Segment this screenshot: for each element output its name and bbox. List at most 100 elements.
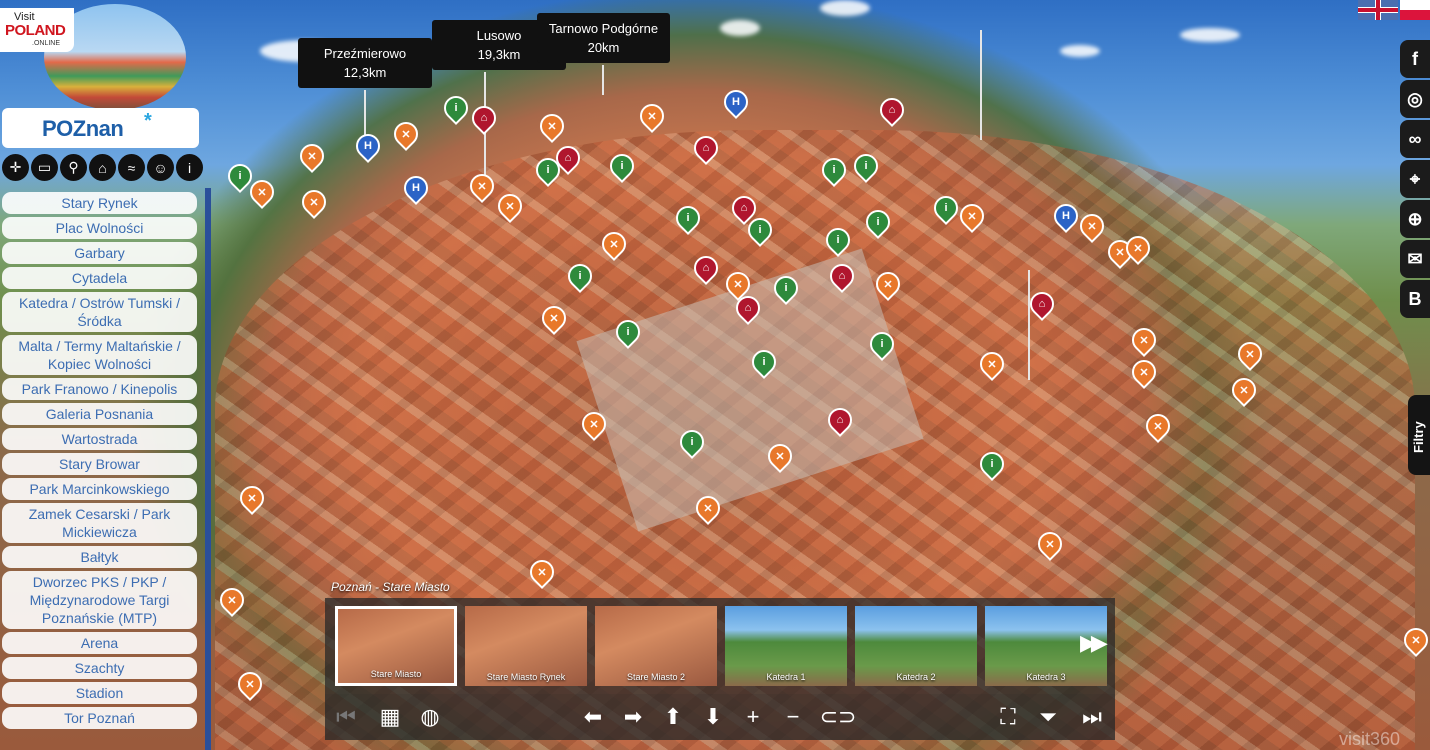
nav-item-park-marcinkowskiego[interactable]: Park Marcinkowskiego: [2, 478, 197, 500]
restaurant-icon: ✕: [1087, 220, 1097, 233]
info-icon: i: [880, 338, 884, 350]
polish-flag-icon[interactable]: [1400, 0, 1430, 20]
museum-icon: ⌂: [836, 414, 844, 426]
zoom-out-icon[interactable]: −: [778, 702, 808, 732]
museum-icon: ⌂: [740, 202, 748, 214]
bed-icon[interactable]: ▭: [31, 154, 58, 181]
nav-item-garbary[interactable]: Garbary: [2, 242, 197, 264]
distance-label-km: 20km: [587, 40, 620, 55]
nav-item-zamek-cesarski[interactable]: Zamek Cesarski / Park Mickiewicza: [2, 503, 197, 543]
nav-item-katedra[interactable]: Katedra / Ostrów Tumski / Śródka: [2, 292, 197, 332]
nav-item-szachty[interactable]: Szachty: [2, 657, 197, 679]
distance-label-tarnowo[interactable]: Tarnowo Podgórne 20km: [537, 13, 670, 63]
restaurant-icon: ✕: [245, 678, 255, 691]
cloud: [820, 0, 870, 16]
facebook-icon[interactable]: f: [1400, 40, 1430, 78]
globe-icon[interactable]: ◍: [415, 702, 445, 732]
hotel-icon: H: [364, 140, 372, 152]
restaurant-icon: ✕: [547, 120, 557, 133]
pan-up-icon[interactable]: ⬆: [658, 702, 688, 732]
restaurant-icon[interactable]: ⚲: [60, 154, 87, 181]
hotel-icon: H: [732, 96, 740, 108]
thumbnail-label: Katedra 1: [766, 672, 806, 682]
hotel-icon: H: [412, 182, 420, 194]
nav-item-arena[interactable]: Arena: [2, 632, 197, 654]
restaurant-icon: ✕: [703, 502, 713, 515]
restaurant-icon: ✕: [1245, 348, 1255, 361]
next-scene-icon[interactable]: ⏭: [1077, 702, 1107, 732]
restaurant-icon: ✕: [1411, 634, 1421, 647]
watermark: visit360: [1338, 729, 1400, 749]
grid-view-icon[interactable]: ▦: [375, 702, 405, 732]
restaurant-icon: ✕: [227, 594, 237, 607]
info-icon: i: [876, 216, 880, 228]
nav-item-stary-browar[interactable]: Stary Browar: [2, 453, 197, 475]
nav-item-plac-wolnosci[interactable]: Plac Wolności: [2, 217, 197, 239]
thumbnail-label: Stare Miasto 2: [626, 672, 686, 682]
restaurant-icon: ✕: [477, 180, 487, 193]
city-logo-star: *: [144, 110, 152, 132]
thumbnail-label: Stare Miasto Rynek: [486, 672, 566, 682]
filters-tab[interactable]: Filtry: [1408, 395, 1430, 475]
thumbnail-label: Katedra 2: [896, 672, 936, 682]
restaurant-icon: ✕: [1139, 366, 1149, 379]
nav-item-cytadela[interactable]: Cytadela: [2, 267, 197, 289]
nav-item-stary-rynek[interactable]: Stary Rynek: [2, 192, 197, 214]
thumbnails-next-icon[interactable]: ▶▶: [1080, 630, 1108, 656]
scene-title: Poznań - Stare Miasto: [331, 580, 450, 594]
thumbnail-stare-miasto-rynek[interactable]: Stare Miasto Rynek: [465, 606, 587, 686]
theater-icon[interactable]: ☺: [147, 154, 174, 181]
visit-poland-logo[interactable]: Visit POLAND .ONLINE: [0, 8, 74, 52]
directions-icon[interactable]: ✛: [2, 154, 29, 181]
map-icon[interactable]: ⌖: [1400, 160, 1430, 198]
distance-label-przezmierowo[interactable]: Przeźmierowo 12,3km: [298, 38, 432, 88]
nav-item-stadion[interactable]: Stadion: [2, 682, 197, 704]
booking-icon[interactable]: B: [1400, 280, 1430, 318]
previous-scene-icon[interactable]: ⏮: [331, 702, 361, 732]
info-icon: i: [836, 234, 840, 246]
info-icon: i: [626, 326, 630, 338]
pan-right-icon[interactable]: ➡: [618, 702, 648, 732]
panorama-toolbar: ⏮ ▦ ◍ ⬅ ➡ ⬆ ⬇ + − ⊂⊃ ⛶ ⏷ ⏭: [325, 694, 1115, 740]
zoom-in-icon[interactable]: +: [738, 702, 768, 732]
vr-mode-icon[interactable]: ⊂⊃: [818, 702, 858, 732]
thumbnail-stare-miasto-2[interactable]: Stare Miasto 2: [595, 606, 717, 686]
info-icon: i: [762, 356, 766, 368]
nav-item-galeria-posnania[interactable]: Galeria Posnania: [2, 403, 197, 425]
restaurant-icon: ✕: [589, 418, 599, 431]
hide-thumbnails-icon[interactable]: ⏷: [1033, 702, 1063, 732]
info-icon: i: [546, 164, 550, 176]
museum-icon[interactable]: ⌂: [89, 154, 116, 181]
nav-item-dworzec[interactable]: Dworzec PKS / PKP / Międzynarodowe Targi…: [2, 571, 197, 629]
museum-icon: ⌂: [888, 104, 896, 116]
instagram-icon[interactable]: ◎: [1400, 80, 1430, 118]
restaurant-icon: ✕: [775, 450, 785, 463]
cloud: [720, 20, 760, 36]
nav-item-wartostrada[interactable]: Wartostrada: [2, 428, 197, 450]
museum-icon: ⌂: [744, 302, 752, 314]
nav-item-park-franowo[interactable]: Park Franowo / Kinepolis: [2, 378, 197, 400]
thumbnail-katedra-1[interactable]: Katedra 1: [725, 606, 847, 686]
location-nav-list: Stary Rynek Plac Wolności Garbary Cytade…: [2, 192, 197, 732]
english-flag-icon[interactable]: [1358, 0, 1398, 20]
pan-down-icon[interactable]: ⬇: [698, 702, 728, 732]
fullscreen-icon[interactable]: ⛶: [993, 702, 1023, 732]
nav-item-malta[interactable]: Malta / Termy Maltańskie / Kopiec Wolnoś…: [2, 335, 197, 375]
restaurant-icon: ✕: [505, 200, 515, 213]
distance-label-name: Przeźmierowo: [323, 46, 407, 61]
nav-item-baltyk[interactable]: Bałtyk: [2, 546, 197, 568]
restaurant-icon: ✕: [1153, 420, 1163, 433]
museum-icon: ⌂: [480, 112, 488, 124]
info-icon: i: [578, 270, 582, 282]
add-icon[interactable]: ⊕: [1400, 200, 1430, 238]
mail-icon[interactable]: ✉: [1400, 240, 1430, 278]
thumbnail-stare-miasto[interactable]: Stare Miasto: [335, 606, 457, 686]
pan-left-icon[interactable]: ⬅: [578, 702, 608, 732]
info-icon[interactable]: i: [176, 154, 203, 181]
thumbnail-katedra-2[interactable]: Katedra 2: [855, 606, 977, 686]
nav-item-tor-poznan[interactable]: Tor Poznań: [2, 707, 197, 729]
distance-label-name: Tarnowo Podgórne: [548, 21, 659, 36]
tripadvisor-icon[interactable]: ∞: [1400, 120, 1430, 158]
pool-icon[interactable]: ≈: [118, 154, 145, 181]
poznan-city-logo[interactable]: POZnan *: [2, 108, 199, 148]
